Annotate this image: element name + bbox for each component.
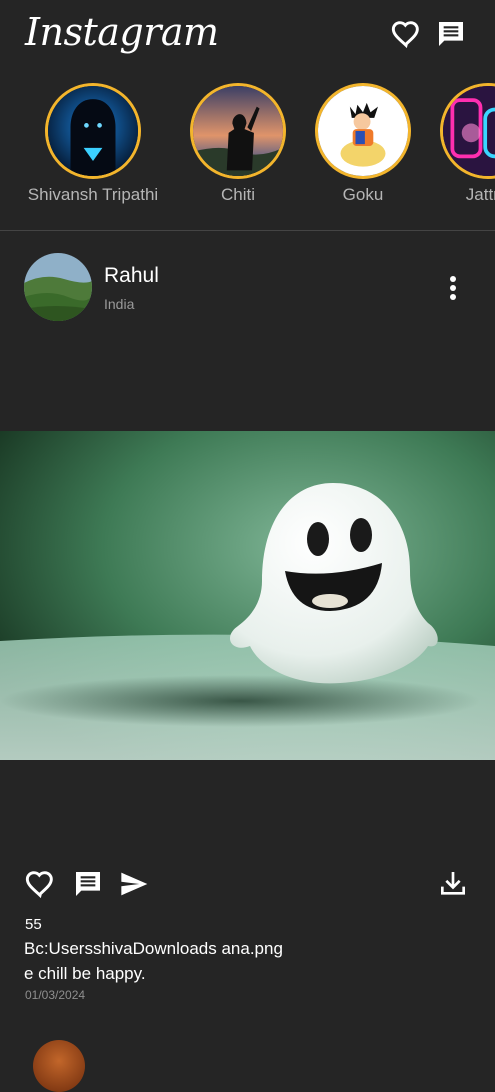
messages-icon[interactable] (435, 18, 467, 50)
story-name: Shivansh Tripathi (27, 185, 159, 204)
app-logo: Instagram (25, 10, 219, 54)
story-item[interactable]: Chiti (168, 83, 308, 205)
post-date: 01/03/2024 (25, 988, 86, 1002)
post-caption: Bc:UsersshivaDownloads ana.pnge chill be… (24, 939, 283, 983)
post-image[interactable] (0, 431, 495, 760)
next-post-avatar[interactable] (33, 1040, 85, 1092)
like-icon[interactable] (24, 868, 56, 900)
story-item[interactable]: Jattnii (418, 83, 495, 205)
heart-icon[interactable] (390, 18, 422, 50)
post-location: India (104, 296, 135, 312)
story-item[interactable]: Goku (293, 83, 433, 205)
post-username[interactable]: Rahul (104, 264, 159, 288)
story-avatar[interactable] (315, 83, 411, 179)
download-icon[interactable] (437, 868, 469, 900)
story-avatar[interactable] (440, 83, 495, 179)
more-options-icon[interactable] (440, 274, 466, 302)
comment-icon[interactable] (72, 868, 104, 900)
story-name: Chiti (220, 185, 255, 204)
divider (0, 230, 495, 231)
post-actions (0, 868, 495, 904)
send-icon[interactable] (118, 868, 150, 900)
story-name: Goku (342, 185, 384, 204)
stories-row[interactable]: Shivansh Tripathi Chiti Goku Jatt (0, 80, 495, 220)
post-header: Rahul India (0, 250, 495, 325)
avatar[interactable] (24, 253, 92, 321)
story-avatar[interactable] (45, 83, 141, 179)
story-item[interactable]: Shivansh Tripathi (23, 83, 163, 205)
top-bar: Instagram (0, 0, 495, 70)
story-avatar[interactable] (190, 83, 286, 179)
story-name: Jattnii (465, 185, 495, 204)
likes-count: 55 (25, 916, 42, 933)
